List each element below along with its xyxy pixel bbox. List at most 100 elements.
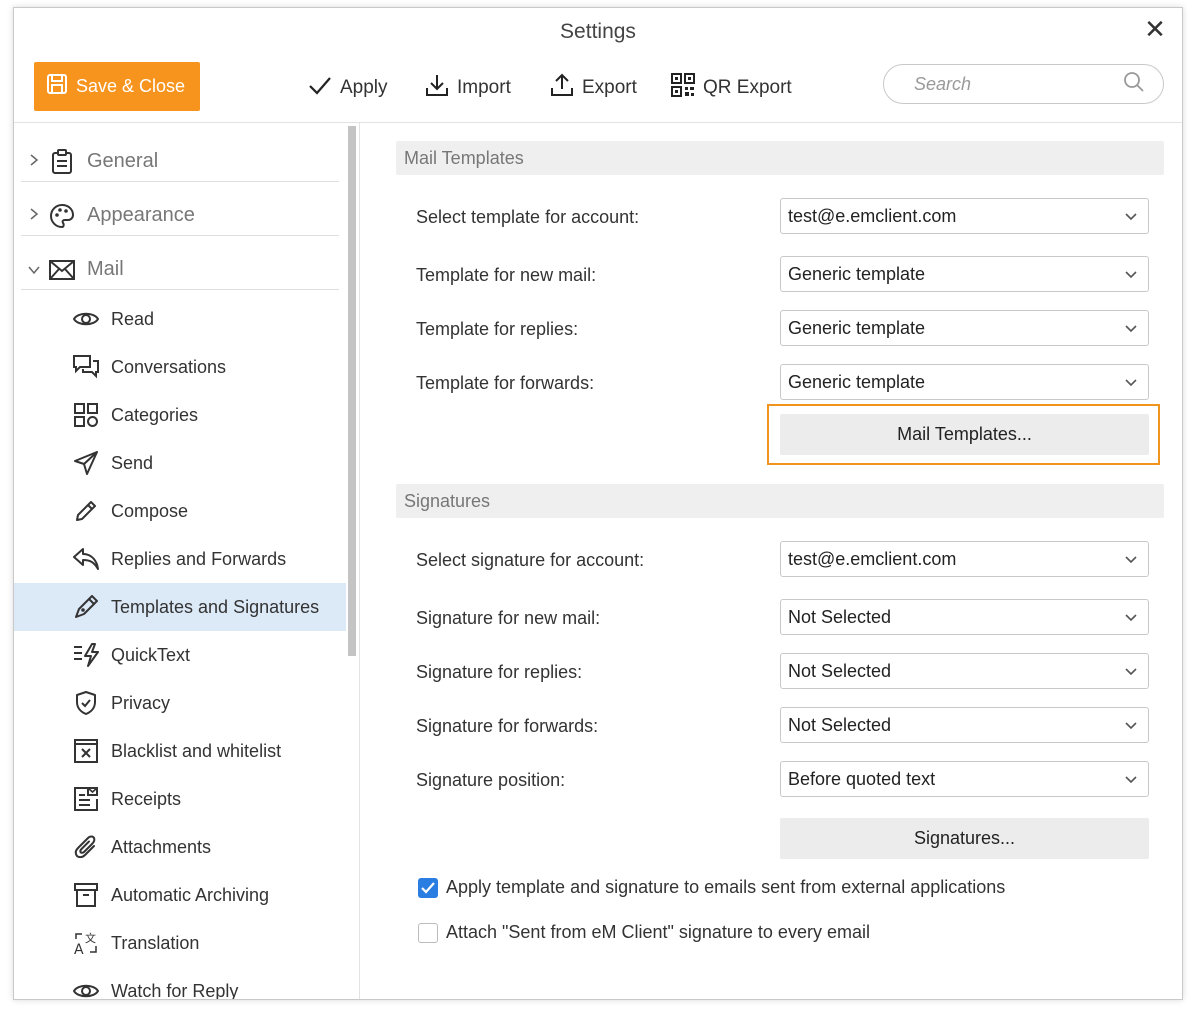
sidebar-item-read[interactable]: Read: [14, 295, 346, 343]
select-value: Not Selected: [788, 660, 892, 681]
save-close-label: Save & Close: [76, 76, 186, 96]
export-label: Export: [582, 77, 637, 98]
svg-text:文: 文: [85, 931, 96, 945]
sidebar-item-label: Replies and Forwards: [111, 548, 287, 569]
search-input[interactable]: [912, 72, 1112, 96]
select-value: Generic template: [788, 263, 926, 284]
envelope-icon: [47, 256, 77, 284]
archive-box-icon: [72, 881, 100, 909]
template-account-select[interactable]: test@e.emclient.com: [780, 198, 1149, 234]
template-forwards-select[interactable]: Generic template: [780, 364, 1149, 400]
sidebar-item-attachments[interactable]: Attachments: [14, 823, 346, 871]
chevron-down-icon: [1124, 264, 1138, 285]
qr-code-icon: [671, 73, 695, 103]
sidebar-item-templates-signatures[interactable]: Templates and Signatures: [14, 583, 346, 631]
settings-window: Settings ✕ Save & Close Apply Import Exp…: [13, 7, 1183, 1000]
sidebar-item-label: QuickText: [111, 644, 191, 665]
pen-nib-icon: [72, 593, 100, 621]
signatures-button[interactable]: Signatures...: [780, 818, 1149, 859]
sidebar-item-label: Templates and Signatures: [111, 596, 320, 617]
select-value: Generic template: [788, 317, 926, 338]
attach-sent-from-checkbox[interactable]: [418, 922, 438, 943]
sidebar-group-general[interactable]: General: [21, 142, 339, 182]
settings-sidebar: General Appearance Mail Read Conversatio…: [14, 123, 360, 999]
sidebar-item-compose[interactable]: Compose: [14, 487, 346, 535]
sidebar-item-label: Attachments: [111, 836, 212, 857]
chevron-down-icon: [1124, 372, 1138, 393]
reply-icon: [72, 545, 100, 573]
sidebar-item-automatic-archiving[interactable]: Automatic Archiving: [14, 871, 346, 919]
chevron-down-icon: [1124, 715, 1138, 736]
sidebar-group-label: Appearance: [87, 204, 195, 226]
template-replies-label: Template for replies:: [416, 319, 579, 339]
sidebar-item-blacklist-whitelist[interactable]: Blacklist and whitelist: [14, 727, 346, 775]
sidebar-group-label: Mail: [87, 258, 124, 280]
close-icon[interactable]: ✕: [1142, 16, 1168, 42]
sidebar-group-mail[interactable]: Mail: [21, 250, 339, 290]
select-value: Generic template: [788, 371, 926, 392]
sidebar-group-label: General: [87, 150, 159, 172]
download-icon: [425, 73, 449, 103]
sidebar-item-label: Privacy: [111, 692, 171, 713]
chevron-down-icon: [21, 262, 47, 278]
signature-replies-label: Signature for replies:: [416, 662, 583, 682]
import-label: Import: [457, 77, 511, 98]
signature-account-select[interactable]: test@e.emclient.com: [780, 541, 1149, 577]
paperclip-icon: [72, 833, 100, 861]
attach-sent-from-label: Attach "Sent from eM Client" signature t…: [446, 922, 870, 942]
chevron-down-icon: [1124, 607, 1138, 628]
option-attach-sent-from: Attach "Sent from eM Client" signature t…: [418, 922, 870, 943]
sidebar-group-appearance[interactable]: Appearance: [21, 196, 339, 236]
window-title: Settings: [560, 20, 636, 43]
save-close-button[interactable]: Save & Close: [34, 62, 200, 111]
shield-check-icon: [72, 689, 100, 717]
sidebar-item-translation[interactable]: A文 Translation: [14, 919, 346, 967]
sidebar-item-conversations[interactable]: Conversations: [14, 343, 346, 391]
template-new-mail-select[interactable]: Generic template: [780, 256, 1149, 292]
sidebar-item-label: Watch for Reply: [111, 980, 239, 1000]
export-button[interactable]: Export: [550, 72, 637, 104]
signature-new-mail-label: Signature for new mail:: [416, 608, 601, 628]
chevron-right-icon: [21, 153, 47, 170]
apply-external-checkbox[interactable]: [418, 877, 438, 898]
sidebar-scrollbar[interactable]: [348, 126, 356, 656]
sidebar-item-label: Send: [111, 452, 154, 473]
qr-export-button[interactable]: QR Export: [671, 72, 792, 104]
signature-replies-select[interactable]: Not Selected: [780, 653, 1149, 689]
signature-forwards-label: Signature for forwards:: [416, 716, 599, 736]
sidebar-item-receipts[interactable]: Receipts: [14, 775, 346, 823]
sidebar-item-quicktext[interactable]: QuickText: [14, 631, 346, 679]
pencil-icon: [72, 497, 100, 525]
chevron-down-icon: [1124, 318, 1138, 339]
template-replies-select[interactable]: Generic template: [780, 310, 1149, 346]
select-value: Before quoted text: [788, 768, 936, 789]
signature-position-select[interactable]: Before quoted text: [780, 761, 1149, 797]
sidebar-item-privacy[interactable]: Privacy: [14, 679, 346, 727]
chat-bubbles-icon: [72, 353, 100, 381]
signature-new-mail-select[interactable]: Not Selected: [780, 599, 1149, 635]
signature-forwards-select[interactable]: Not Selected: [780, 707, 1149, 743]
blacklist-icon: [72, 737, 100, 765]
sidebar-item-label: Blacklist and whitelist: [111, 740, 282, 761]
sidebar-item-send[interactable]: Send: [14, 439, 346, 487]
checkmark-icon: [308, 74, 332, 102]
sidebar-item-label: Read: [111, 308, 155, 329]
apply-label: Apply: [340, 77, 388, 98]
chevron-down-icon: [1124, 206, 1138, 227]
search-icon[interactable]: [1123, 71, 1145, 98]
select-value: Not Selected: [788, 714, 892, 735]
signatures-header: Signatures: [396, 484, 1164, 518]
search-box[interactable]: [883, 64, 1164, 104]
quicktext-icon: [72, 641, 100, 669]
sidebar-item-categories[interactable]: Categories: [14, 391, 346, 439]
import-button[interactable]: Import: [425, 72, 511, 104]
apply-button[interactable]: Apply: [308, 72, 388, 104]
qr-export-label: QR Export: [703, 77, 792, 98]
apply-external-label: Apply template and signature to emails s…: [446, 877, 1006, 897]
sidebar-item-label: Automatic Archiving: [111, 884, 270, 905]
sidebar-item-replies-forwards[interactable]: Replies and Forwards: [14, 535, 346, 583]
sidebar-item-watch-for-reply[interactable]: Watch for Reply: [14, 967, 346, 999]
template-forwards-label: Template for forwards:: [416, 373, 595, 393]
clipboard-icon: [47, 148, 77, 176]
mail-templates-button[interactable]: Mail Templates...: [780, 414, 1149, 455]
